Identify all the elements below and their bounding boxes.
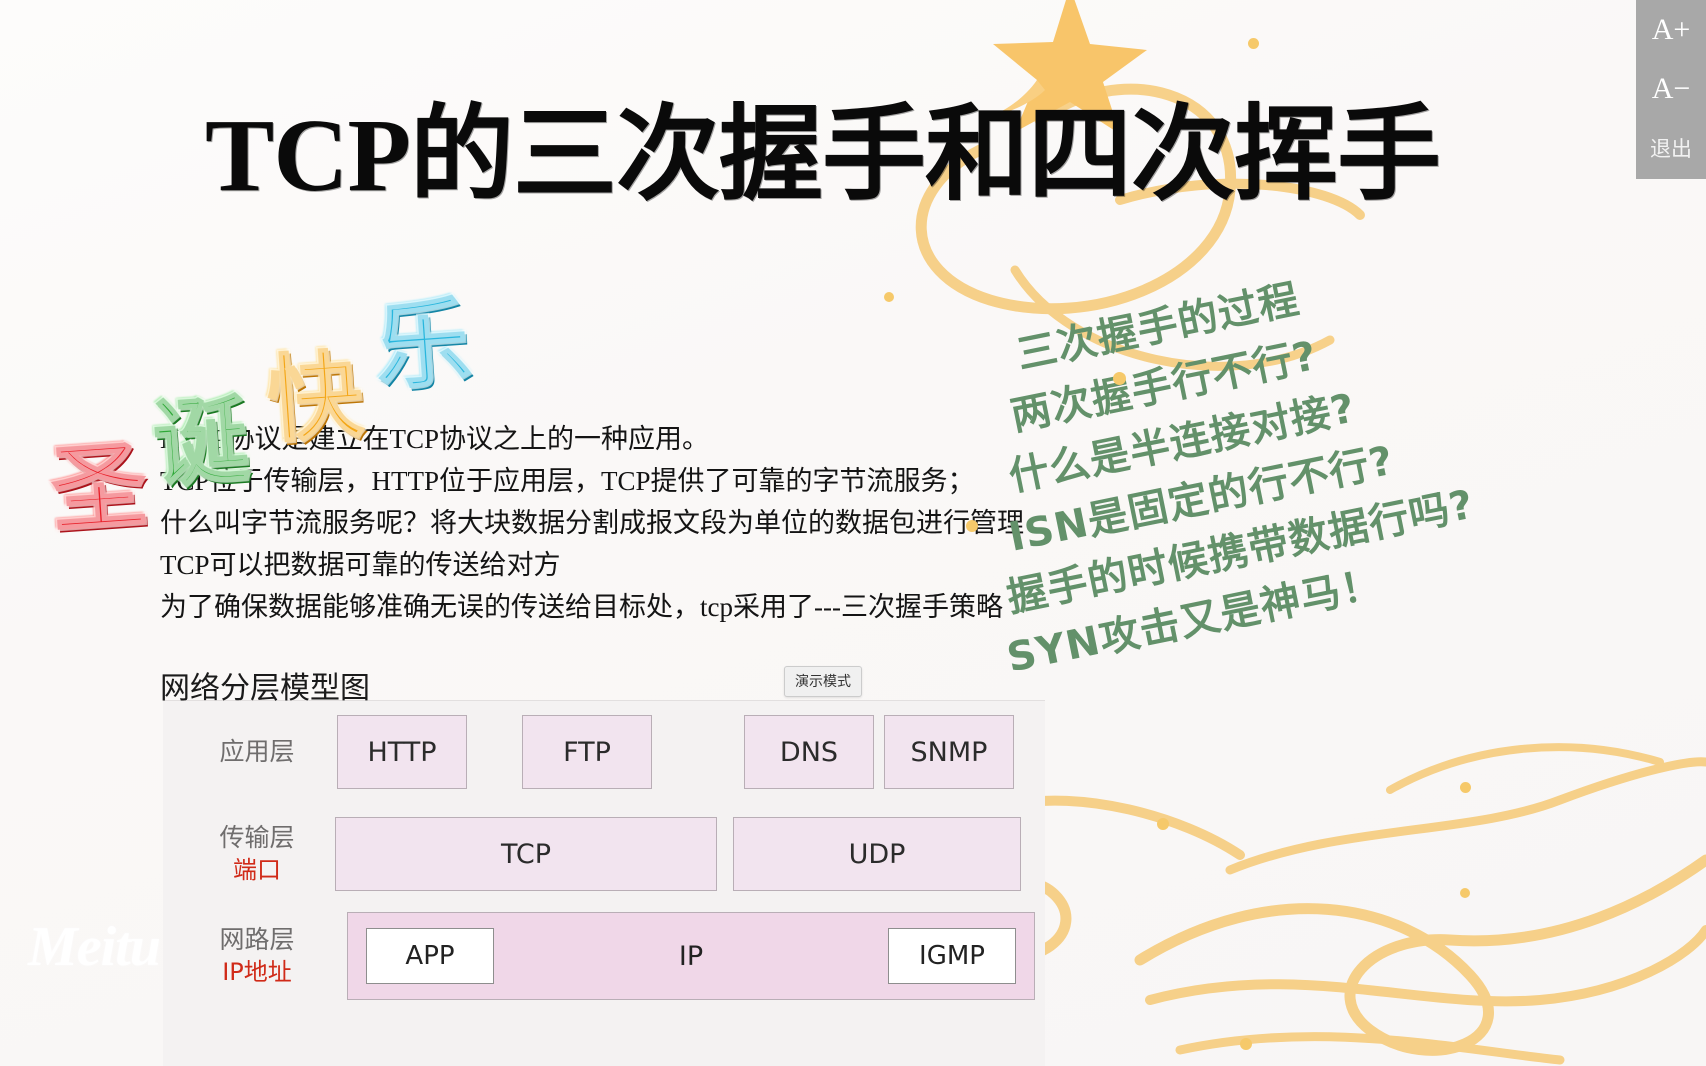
sparkle-dot	[1248, 38, 1259, 49]
network-layer-diagram: 应用层 HTTP FTP DNS SNMP 传输层 端口 TCP UDP 网路层…	[163, 700, 1045, 1066]
sparkle-dot	[1460, 782, 1471, 793]
protocol-cell-tcp[interactable]: TCP	[335, 817, 717, 891]
protocol-cell-udp[interactable]: UDP	[733, 817, 1021, 891]
row-label-transport: 传输层 端口	[181, 823, 333, 885]
network-layer-band: APP IP IGMP	[347, 912, 1035, 1000]
greeting-char-1: 圣	[46, 427, 153, 548]
protocol-cell-snmp[interactable]: SNMP	[884, 715, 1014, 789]
row-sublabel-ip-address: IP地址	[222, 957, 292, 986]
row-label-network: 网路层 IP地址	[181, 925, 333, 987]
diagram-heading: 网络分层模型图	[160, 672, 370, 705]
right-toolbar: A+ A− 退出	[1636, 0, 1706, 179]
body-paragraph: HTTP协议是建立在TCP协议之上的一种应用。 TCP位于传输层，HTTP位于应…	[160, 418, 1065, 628]
sparkle-dot	[1240, 1038, 1252, 1050]
protocol-cell-dns[interactable]: DNS	[744, 715, 874, 789]
sparkle-dot	[884, 292, 894, 302]
protocol-cell-app[interactable]: APP	[366, 928, 494, 984]
body-line: HTTP协议是建立在TCP协议之上的一种应用。	[160, 424, 710, 454]
question-item: SYN攻击又是神马！	[1003, 560, 1386, 682]
question-item: 三次握手的过程	[1012, 276, 1304, 379]
body-line: 为了确保数据能够准确无误的传送给目标处，tcp采用了---三次握手策略	[160, 592, 1003, 622]
row-cells: APP IP IGMP	[333, 905, 1045, 1007]
meitu-watermark: Meitu	[28, 916, 161, 978]
question-item: 什么是半连接对接?	[1005, 385, 1360, 501]
question-item: ISN是固定的行不行?	[1005, 437, 1398, 561]
page-title: TCP的三次握手和四次挥手	[205, 98, 1441, 213]
protocol-cell-igmp[interactable]: IGMP	[888, 928, 1016, 984]
question-item: 握手的时候携带数据行吗?	[1003, 481, 1479, 622]
body-line: TCP可以把数据可靠的传送给对方	[160, 550, 561, 580]
question-list-overlay: 三次握手的过程 两次握手行不行? 什么是半连接对接? ISN是固定的行不行? 握…	[1000, 218, 1619, 681]
row-sublabel-port: 端口	[233, 855, 281, 884]
exit-button[interactable]: 退出	[1636, 118, 1706, 177]
diagram-row-transport: 传输层 端口 TCP UDP	[163, 803, 1045, 905]
sparkle-dot	[1157, 818, 1169, 830]
body-line: TCP位于传输层，HTTP位于应用层，TCP提供了可靠的字节流服务；	[160, 466, 975, 496]
row-label-text: 应用层	[219, 736, 295, 766]
zoom-out-button[interactable]: A−	[1636, 59, 1706, 118]
diagram-row-application: 应用层 HTTP FTP DNS SNMP	[163, 701, 1045, 803]
row-label-application: 应用层	[181, 737, 333, 768]
row-cells: TCP UDP	[333, 803, 1045, 905]
sparkle-dot	[1460, 888, 1470, 898]
question-item: 两次握手行不行?	[1007, 332, 1322, 440]
row-cells: HTTP FTP DNS SNMP	[333, 701, 1045, 803]
protocol-cell-ftp[interactable]: FTP	[522, 715, 652, 789]
zoom-in-button[interactable]: A+	[1636, 0, 1706, 59]
diagram-row-network: 网路层 IP地址 APP IP IGMP	[163, 905, 1045, 1007]
body-line: 什么叫字节流服务呢？将大块数据分割成报文段为单位的数据包进行管理	[160, 508, 1024, 538]
row-label-text: 传输层	[219, 823, 295, 853]
demo-mode-button[interactable]: 演示模式	[784, 666, 862, 697]
protocol-cell-http[interactable]: HTTP	[337, 715, 467, 789]
protocol-cell-ip: IP	[678, 940, 704, 972]
sparkle-dot	[1113, 372, 1126, 385]
greeting-char-4: 乐	[370, 284, 477, 405]
row-label-text: 网路层	[219, 925, 295, 955]
slide-canvas: TCP的三次握手和四次挥手 圣 诞 快 乐 HTTP协议是建立在TCP协议之上的…	[0, 0, 1706, 1066]
